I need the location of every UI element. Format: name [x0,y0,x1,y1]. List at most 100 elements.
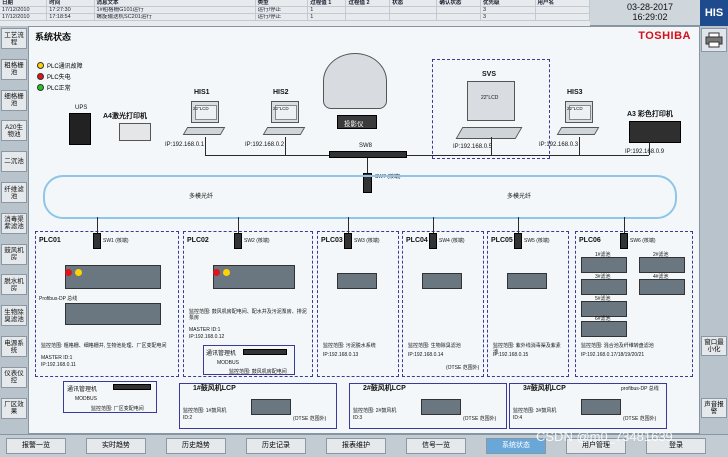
blower-plc-icon[interactable] [581,399,621,415]
nav-button-4[interactable]: 二沉池 [1,151,27,173]
bottom-nav-button-4[interactable]: 报表维护 [326,438,386,454]
nav-button-9[interactable]: 生物除臭滤池 [1,305,27,327]
a4-printer-label: A4激光打印机 [103,113,147,120]
plc-rack-icon[interactable] [422,273,462,289]
filter-label: 2#滤池 [653,252,669,258]
system-status-panel: 系统状态 TOSHIBA PLC通讯故障 PLC失电 PLC正常 UPS A4激光打… [28,26,700,434]
plc-monitor-range: 监控范围: 鼓风机房配电间、配水井及污泥泵房、排泥泵房 [189,309,307,321]
alarm-column-header: 日期 [0,0,48,6]
switch-label: SW1 (核端) [103,238,129,244]
nav-button-2[interactable]: 细格栅池 [1,89,27,111]
comm-unit-1-device-icon [113,384,151,390]
nav-button-1[interactable]: 粗格栅池 [1,58,27,80]
sound-alarm-button[interactable]: 声音报警 [701,398,727,418]
nav-button-11[interactable]: 仪表仪控 [1,366,27,388]
filter-plc-icon[interactable] [581,279,627,295]
plc-name: PLC05 [491,237,513,244]
printer-icon[interactable] [701,28,727,52]
wire [367,158,368,174]
nav-button-12[interactable]: 厂区效果 [1,397,27,419]
page-title: 系统状态 [35,32,72,42]
plc-master-id: MASTER ID:1 [41,355,73,361]
his3-ip: IP:192.168.0.3 [539,142,579,148]
a3-printer-icon[interactable] [629,121,681,143]
status-led-icon [75,269,82,276]
brand-logo: TOSHIBA [638,30,691,42]
alarm-cell: 螺旋输送机SC201运行 [95,14,256,20]
minimize-window-button[interactable]: 窗口最小化 [701,336,727,356]
plc-name: PLC04 [406,237,428,244]
ups-icon[interactable] [69,113,91,145]
his2-monitor-icon[interactable] [271,101,299,123]
sw8-switch-icon[interactable] [329,151,407,158]
legend-item: PLC正常 [37,79,71,97]
filter-label: 5#滤池 [595,296,611,302]
alarm-cell [437,14,482,20]
alarm-cell [390,14,438,20]
comm-unit-2-device-icon [243,349,287,355]
blower-plc-icon[interactable] [251,399,291,415]
alarm-cell: 1#粗格栅G101运行 [95,7,256,13]
alarm-cell: 3 [481,7,536,13]
svs-keyboard-icon [455,127,523,139]
wire [491,137,492,155]
alarm-table[interactable]: 日期 时间 消息文本 类型 过程值 1 过程值 2 状态 确认状态 优先级 用户名 17/12/20… [0,0,590,26]
filter-plc-icon[interactable] [581,257,627,273]
alarm-table-row[interactable]: 17/12/2010 17:18:54 螺旋输送机SC201运行 运行/停止 1 3 [0,14,590,21]
plc-rack-icon[interactable] [337,273,377,289]
filter-plc-icon[interactable] [581,321,627,337]
blower-note: (OTSE 范围外) [463,416,497,422]
alarm-cell: 17:27:30 [47,7,95,13]
bottom-nav-button-2[interactable]: 历史趋势 [166,438,226,454]
blower-plc-icon[interactable] [421,399,461,415]
network-switch-icon[interactable] [514,233,522,249]
alarm-table-row[interactable]: 17/12/2010 17:27:30 1#粗格栅G101运行 运行/停止 1 3 [0,7,590,14]
blower-id: ID:4 [513,415,523,421]
network-switch-icon[interactable] [234,233,242,249]
nav-button-7[interactable]: 鼓风机房 [1,243,27,265]
bottom-nav-button-1[interactable]: 实时趋势 [86,438,146,454]
alarm-cell: 运行/停止 [256,7,309,13]
a3-printer-label: A3 彩色打印机 [627,111,673,118]
filter-label: 4#滤池 [653,274,669,280]
plc-rack-icon[interactable] [507,273,547,289]
wire [624,217,625,233]
his1-keyboard-icon [182,127,226,135]
network-switch-icon[interactable] [620,233,628,249]
network-switch-icon[interactable] [429,233,437,249]
switch-label: SW2 (核端) [244,238,270,244]
his3-monitor-icon[interactable] [565,101,593,123]
nav-button-0[interactable]: 工艺流程 [1,28,27,49]
plc-rack-icon[interactable] [65,303,161,325]
svs-ip: IP:192.168.0.5 [453,144,493,150]
fiber-left-label: 多模光纤 [189,194,214,200]
plc-ip: IP:192.168.0.11 [41,362,76,368]
alarm-table-header: 日期 时间 消息文本 类型 过程值 1 过程值 2 状态 确认状态 优先级 用户名 [0,0,590,7]
comm-unit-2-range: 监控范围: 鼓风机房配电间 [229,369,287,375]
bottom-nav-button-5[interactable]: 信号一览 [406,438,466,454]
network-switch-icon[interactable] [344,233,352,249]
profibus-label: profibus-DP 总线 [621,386,659,392]
nav-button-3[interactable]: A20生物池 [1,120,27,142]
alarm-cell: 17:18:54 [47,14,95,20]
alarm-column-header: 过程值 2 [346,0,391,6]
nav-button-10[interactable]: 电源系统 [1,336,27,357]
plc-ip: IP:192.168.0.13 [323,352,359,358]
alarm-cell [346,14,391,20]
bottom-nav-button-0[interactable]: 报警一览 [6,438,66,454]
nav-button-6[interactable]: 消毒渠紫滤池 [1,212,27,234]
network-switch-icon[interactable] [93,233,101,249]
alarm-column-header: 时间 [47,0,95,6]
his3-label: HIS3 [567,89,583,96]
svs-label: SVS [482,71,497,78]
projector-label: 投影仪 [344,121,364,128]
svs-monitor-icon[interactable] [467,81,515,121]
bottom-nav-button-3[interactable]: 历史记录 [246,438,306,454]
filter-plc-icon[interactable] [639,279,685,295]
nav-button-8[interactable]: 脱水机房 [1,274,27,296]
his1-monitor-icon[interactable] [191,101,219,123]
filter-plc-icon[interactable] [639,257,685,273]
status-led-icon [223,269,230,276]
a4-printer-icon[interactable] [119,123,151,141]
nav-button-5[interactable]: 纤维滤池 [1,182,27,203]
